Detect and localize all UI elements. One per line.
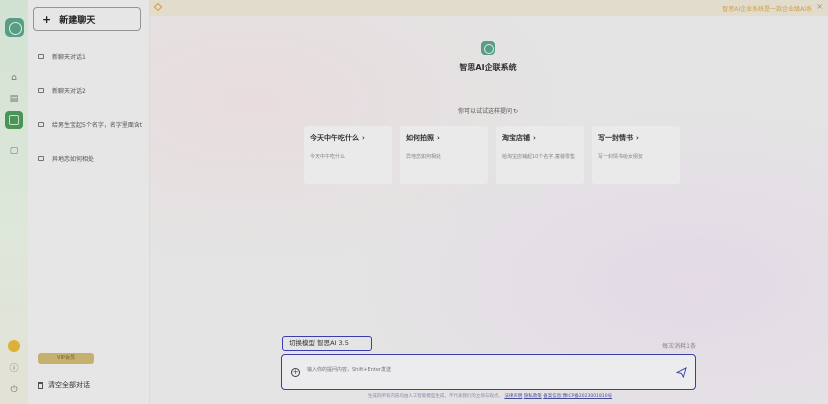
usage-cost-text: 每次消耗1条 bbox=[662, 343, 696, 350]
vip-crown-icon[interactable] bbox=[8, 340, 20, 352]
gallery-icon[interactable]: ▢ bbox=[8, 145, 20, 157]
refresh-icon[interactable]: ↻ bbox=[513, 108, 518, 115]
diamond-icon bbox=[153, 2, 163, 12]
clear-all-label: 清空全部对话 bbox=[48, 381, 90, 389]
footer-text: 生成的所有内容均由人工智能模型生成，不代表我们的立场与观点。 bbox=[367, 394, 503, 399]
close-icon[interactable]: × bbox=[816, 2, 823, 11]
chat-bubble-icon bbox=[38, 88, 44, 93]
brand-name: 智思AI企联系统 bbox=[459, 63, 517, 72]
chat-item[interactable]: 异地恋如何相处 bbox=[38, 154, 94, 163]
chevron-right-icon: › bbox=[533, 134, 536, 142]
new-chat-button[interactable]: + 新建聊天 bbox=[33, 7, 141, 31]
icp-link[interactable]: 备案信息:豫ICP备2023001810号 bbox=[543, 394, 612, 399]
card-title: 淘宝店铺 bbox=[502, 134, 530, 142]
power-icon[interactable]: ⏻ bbox=[8, 384, 20, 396]
trash-icon bbox=[38, 381, 43, 389]
send-icon[interactable] bbox=[676, 367, 687, 378]
chat-item-label: 给男生宝起5个名字，名字里面含t bbox=[52, 122, 143, 129]
model-switch-button[interactable]: 切换模型 智思AI 3.5 bbox=[282, 336, 372, 351]
document-icon[interactable]: ▤ bbox=[8, 93, 20, 105]
brand-logo-icon bbox=[481, 41, 495, 55]
card-title: 如何拍照 bbox=[406, 134, 434, 142]
home-icon[interactable]: ⌂ bbox=[8, 72, 20, 84]
suggestion-card[interactable]: 淘宝店铺 › 给淘宝店铺起10个名字,童装零售 bbox=[496, 126, 584, 184]
privacy-link[interactable]: 隐私政策 bbox=[524, 394, 542, 399]
card-title: 今天中午吃什么 bbox=[310, 134, 359, 142]
chat-item-label: 新聊天对话2 bbox=[52, 88, 86, 95]
add-attachment-icon[interactable]: + bbox=[291, 368, 300, 377]
info-icon[interactable]: ⓘ bbox=[8, 363, 20, 375]
chat-item[interactable]: 新聊天对话2 bbox=[38, 86, 86, 95]
legal-link[interactable]: 法律声明 bbox=[504, 394, 522, 399]
chat-bubble-icon bbox=[38, 122, 44, 127]
chevron-right-icon: › bbox=[362, 134, 365, 142]
message-input[interactable] bbox=[307, 364, 647, 376]
card-title: 写一封情书 bbox=[598, 134, 633, 142]
footer-disclaimer: 生成的所有内容均由人工智能模型生成，不代表我们的立场与观点。 法律声明 隐私政策… bbox=[350, 393, 630, 399]
app-logo-icon[interactable] bbox=[5, 18, 24, 37]
suggestion-hint: 你可以试试这样提问↻ bbox=[440, 106, 536, 115]
suggestion-card[interactable]: 如何拍照 › 异地恋如何相处 bbox=[400, 126, 488, 184]
main-area: 智思AI企业系统是一款企业级AI系 × 智思AI企联系统 你可以试试这样提问↻ … bbox=[150, 0, 828, 404]
card-desc: 给淘宝店铺起10个名字,童装零售 bbox=[502, 154, 575, 160]
suggestion-card[interactable]: 写一封情书 › 写一封情书给女朋友 bbox=[592, 126, 680, 184]
plus-icon: + bbox=[42, 12, 52, 26]
card-desc: 今天中午吃什么 bbox=[310, 154, 346, 160]
chat-bubble-icon bbox=[38, 54, 44, 59]
icon-rail: ⌂ ▤ ▢ ⓘ ⏻ bbox=[0, 0, 28, 404]
hint-text: 你可以试试这样提问 bbox=[457, 108, 512, 115]
card-desc: 写一封情书给女朋友 bbox=[598, 154, 644, 160]
suggestion-card[interactable]: 今天中午吃什么 › 今天中午吃什么 bbox=[304, 126, 392, 184]
composer-box: + bbox=[281, 354, 696, 390]
vip-button[interactable]: VIP会员 bbox=[38, 353, 94, 364]
chevron-right-icon: › bbox=[636, 134, 639, 142]
card-desc: 异地恋如何相处 bbox=[406, 154, 442, 160]
chat-item[interactable]: 新聊天对话1 bbox=[38, 52, 86, 61]
chevron-right-icon: › bbox=[437, 134, 440, 142]
chat-list-panel: + 新建聊天 新聊天对话1 新聊天对话2 给男生宝起5个名字，名字里面含t 异地… bbox=[28, 0, 150, 404]
chat-item-label: 新聊天对话1 bbox=[52, 54, 86, 61]
notice-bar: 智思AI企业系统是一款企业级AI系 × bbox=[150, 0, 828, 16]
notice-text: 智思AI企业系统是一款企业级AI系 bbox=[722, 6, 812, 13]
chat-nav-icon[interactable] bbox=[5, 111, 23, 129]
clear-all-button[interactable]: 清空全部对话 bbox=[38, 380, 90, 390]
chat-bubble-icon bbox=[38, 156, 44, 161]
chat-item[interactable]: 给男生宝起5个名字，名字里面含t bbox=[38, 120, 142, 129]
new-chat-label: 新建聊天 bbox=[59, 15, 96, 26]
chat-item-label: 异地恋如何相处 bbox=[52, 156, 95, 163]
